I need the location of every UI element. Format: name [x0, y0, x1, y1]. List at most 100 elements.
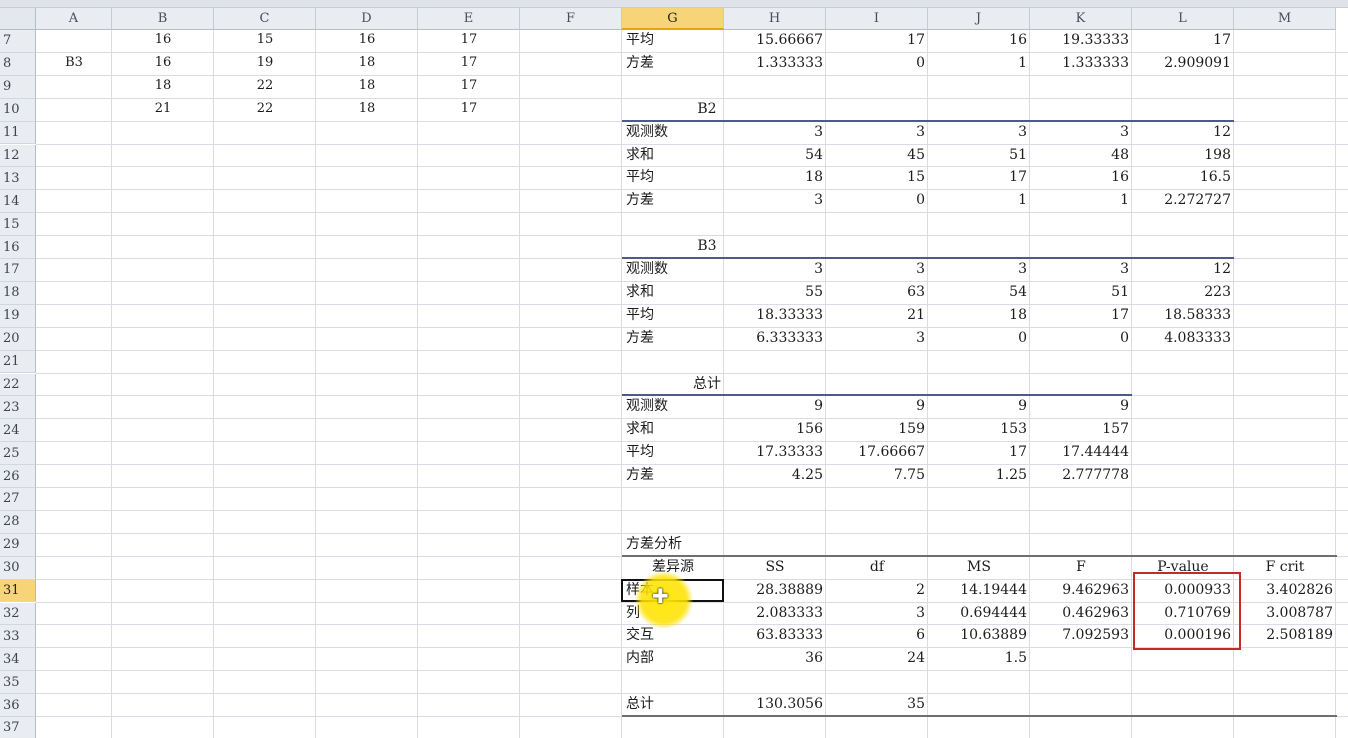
stat-value: 4.25	[791, 467, 823, 484]
stat-value: 3	[916, 329, 925, 346]
row-header-29[interactable]: 29	[0, 533, 36, 557]
row-header-20[interactable]: 20	[0, 327, 36, 351]
stat-value: 15	[907, 169, 925, 186]
row-header-9[interactable]: 9	[0, 75, 36, 99]
column-header-k[interactable]: K	[1030, 8, 1132, 30]
gridline-horizontal	[36, 487, 1348, 488]
stat-label: 求和	[626, 146, 654, 163]
anova-value: 63.83333	[756, 627, 823, 644]
row-header-31[interactable]: 31	[0, 579, 36, 603]
stat-value: 2.909091	[1164, 54, 1231, 71]
stat-value: 153	[1000, 421, 1027, 438]
stat-label: 方差	[626, 192, 654, 209]
toolbar-edge	[0, 0, 1348, 8]
stat-value: 159	[898, 421, 925, 438]
row-header-14[interactable]: 14	[0, 190, 36, 214]
row-header-33[interactable]: 33	[0, 625, 36, 649]
row-header-35[interactable]: 35	[0, 671, 36, 695]
row-header-25[interactable]: 25	[0, 442, 36, 466]
stat-value: 0	[916, 54, 925, 71]
column-header-i[interactable]: I	[826, 8, 928, 30]
stat-value: 3	[814, 192, 823, 209]
stat-label: 求和	[626, 283, 654, 300]
row-header-7[interactable]: 7	[0, 30, 36, 53]
stat-value: 17	[907, 32, 925, 48]
data-value: 22	[256, 100, 274, 116]
gridline-vertical	[315, 30, 316, 738]
stat-value: 18.33333	[756, 306, 823, 323]
row-header-12[interactable]: 12	[0, 144, 36, 168]
row-header-22[interactable]: 22	[0, 373, 36, 397]
row-header-23[interactable]: 23	[0, 396, 36, 420]
row-header-27[interactable]: 27	[0, 488, 36, 511]
anova-value: 3	[916, 604, 925, 621]
row-header-36[interactable]: 36	[0, 694, 36, 717]
column-header-b[interactable]: B	[112, 8, 214, 30]
column-header-h[interactable]: H	[724, 8, 826, 30]
stat-label: 求和	[626, 421, 654, 438]
row-header-28[interactable]: 28	[0, 510, 36, 534]
stat-value: 2.272727	[1164, 192, 1231, 209]
row-header-37[interactable]: 37	[0, 717, 36, 738]
data-value: 16	[154, 32, 172, 47]
row-header-18[interactable]: 18	[0, 281, 36, 305]
stat-value: 157	[1102, 421, 1129, 438]
data-value: 17	[460, 77, 478, 93]
column-header-m[interactable]: M	[1234, 8, 1336, 30]
column-header-e[interactable]: E	[418, 8, 520, 30]
stat-value: 3	[1018, 123, 1027, 140]
stat-value: 16	[1009, 32, 1027, 48]
row-header-19[interactable]: 19	[0, 304, 36, 328]
row-header-32[interactable]: 32	[0, 602, 36, 626]
gridline-horizontal	[36, 509, 1348, 511]
stat-value: 198	[1204, 146, 1231, 163]
stat-value: 17.44444	[1062, 444, 1129, 461]
anova-source: 交互	[626, 627, 654, 644]
column-header-l[interactable]: L	[1132, 8, 1234, 30]
row-header-16[interactable]: 16	[0, 236, 36, 259]
stat-value: 18	[1009, 306, 1027, 323]
stat-value: 12	[1213, 123, 1231, 140]
data-value: 17	[460, 100, 478, 116]
stat-value: 18	[805, 169, 823, 186]
gridline-horizontal	[36, 349, 1348, 351]
stat-value: 1.333333	[756, 54, 823, 71]
row-header-8[interactable]: 8	[0, 52, 36, 76]
stat-label: 平均	[626, 444, 654, 461]
data-value: 21	[154, 100, 172, 116]
gridline-horizontal	[36, 212, 1348, 214]
data-value: 16	[358, 32, 376, 47]
select-all-corner[interactable]	[0, 8, 36, 30]
row-header-13[interactable]: 13	[0, 167, 36, 191]
stat-label: 观测数	[626, 261, 668, 277]
column-header-d[interactable]: D	[316, 8, 418, 30]
stat-value: 1	[1018, 192, 1027, 209]
stat-value: 156	[796, 421, 823, 438]
stat-value: 16	[1111, 169, 1129, 186]
column-header-g[interactable]: G	[622, 8, 724, 30]
stat-value: 9	[1120, 398, 1129, 415]
column-header-f[interactable]: F	[520, 8, 622, 30]
row-header-34[interactable]: 34	[0, 648, 36, 672]
spreadsheet-grid[interactable]: A B C D E F G H I J K L M 7 8 9 10 11 12 13 14 15 16 17 18 19 20 21…	[0, 0, 1348, 738]
row-header-11[interactable]: 11	[0, 121, 36, 145]
column-header-j[interactable]: J	[928, 8, 1030, 30]
stat-value: 3	[814, 261, 823, 277]
row-header-26[interactable]: 26	[0, 465, 36, 488]
column-header-a[interactable]: A	[36, 8, 112, 30]
column-header-c[interactable]: C	[214, 8, 316, 30]
stat-value: 17.33333	[756, 444, 823, 461]
row-header-15[interactable]: 15	[0, 213, 36, 237]
stat-label: 平均	[626, 32, 654, 48]
row-header-17[interactable]: 17	[0, 259, 36, 282]
anova-value: 2.083333	[756, 604, 823, 621]
gridline-vertical	[213, 30, 214, 738]
stat-value: 54	[805, 146, 823, 163]
table-rule	[622, 257, 1234, 259]
row-header-10[interactable]: 10	[0, 98, 36, 122]
anova-value: 6	[916, 627, 925, 644]
row-header-30[interactable]: 30	[0, 556, 36, 580]
anova-title: 方差分析	[626, 535, 682, 552]
row-header-21[interactable]: 21	[0, 350, 36, 374]
row-header-24[interactable]: 24	[0, 419, 36, 443]
